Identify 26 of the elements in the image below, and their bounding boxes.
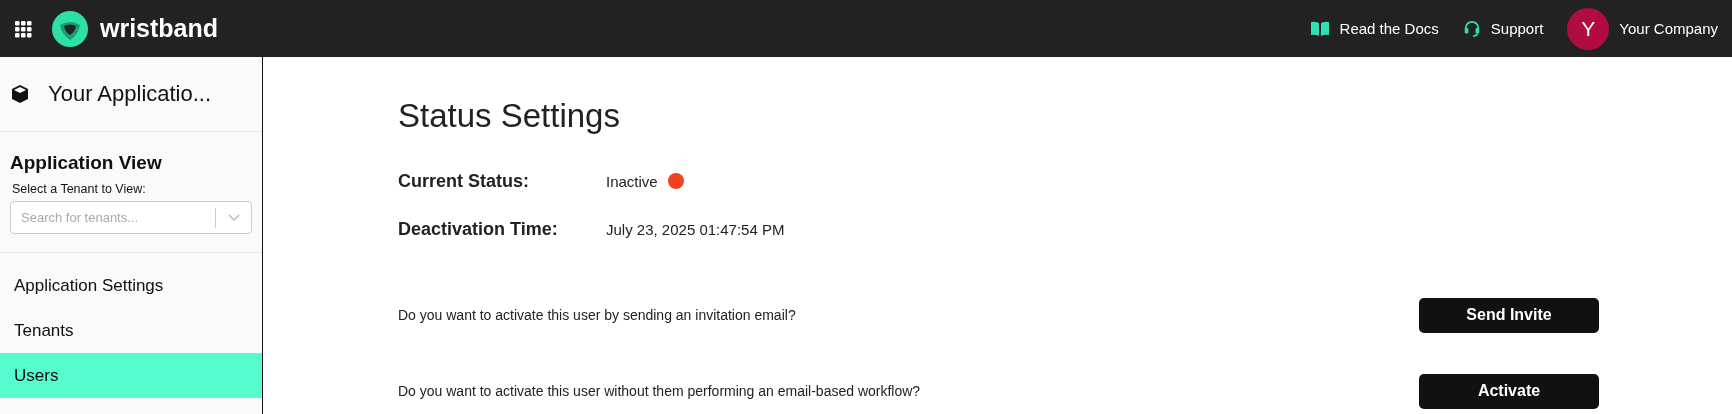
nav-item[interactable]: Users — [0, 353, 262, 398]
action-button[interactable]: Activate — [1419, 373, 1599, 409]
nav-item[interactable]: Tenants — [0, 308, 262, 353]
application-name[interactable]: Your Applicatio... — [48, 81, 212, 107]
avatar[interactable]: Y — [1567, 7, 1610, 50]
field-label: Select a Tenant to View: — [12, 182, 147, 196]
action-button[interactable]: Send Invite — [1419, 297, 1599, 333]
question-text: Do you want to activate this user by sending an invitation email? — [398, 307, 796, 323]
question-text: Do you want to activate this user without them performing an email-based workflow? — [398, 383, 921, 399]
cube-icon — [10, 84, 30, 104]
book-icon — [1309, 20, 1330, 37]
support-link[interactable]: Support — [1462, 19, 1544, 38]
headset-icon — [1462, 19, 1481, 38]
brand-name: wristband — [100, 14, 219, 43]
field-value: July 23, 2025 01:47:54 PM — [606, 220, 785, 238]
page-title: Status Settings — [398, 97, 621, 135]
field-value: Inactive — [606, 172, 658, 190]
field-label: Deactivation Time: — [398, 218, 559, 240]
logo-icon — [52, 10, 88, 47]
nav-item[interactable]: Application Settings — [0, 263, 262, 308]
docs-link[interactable]: Read the Docs — [1309, 20, 1439, 37]
company-name[interactable]: Your Company — [1619, 20, 1718, 37]
apps-grid-icon[interactable] — [14, 19, 32, 38]
section-title: Application View — [10, 152, 163, 174]
tenant-search-field[interactable]: Search for tenants... — [10, 201, 252, 234]
field-label: Current Status: — [398, 170, 530, 192]
